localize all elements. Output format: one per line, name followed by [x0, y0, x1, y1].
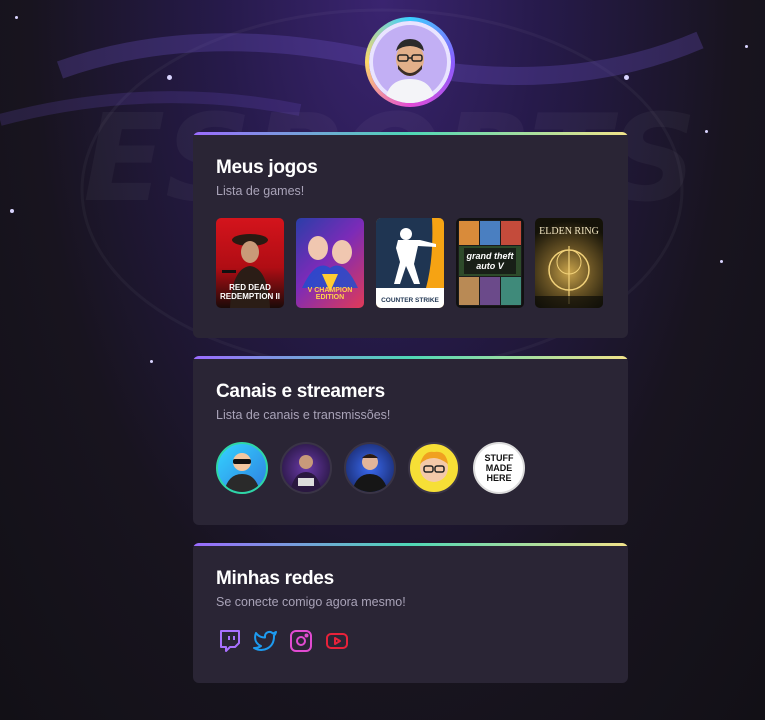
star	[167, 75, 172, 80]
star	[745, 45, 748, 48]
star	[15, 16, 18, 19]
profile-avatar[interactable]	[365, 17, 455, 107]
channel-3-avatar-icon	[352, 454, 388, 492]
networks-card-title: Minhas redes	[216, 568, 334, 589]
channel-5[interactable]: STUFF MADE HERE	[473, 442, 525, 494]
games-card-subtitle: Lista de games!	[216, 184, 305, 198]
game-elden-ring[interactable]: ELDEN RING	[535, 218, 603, 308]
instagram-icon[interactable]	[289, 629, 313, 653]
networks-card-subtitle: Se conecte comigo agora mesmo!	[216, 595, 406, 609]
game-counter-strike-label: COUNTER STRIKE	[381, 296, 439, 304]
star	[624, 75, 629, 80]
star	[705, 130, 708, 133]
game-rdr2-label: RED DEAD REDEMPTION II	[219, 283, 280, 302]
cs-cover-art	[376, 218, 444, 308]
twitter-icon[interactable]	[253, 629, 277, 653]
youtube-icon[interactable]	[325, 629, 349, 653]
avatar-icon	[369, 21, 451, 103]
game-rdr2[interactable]: RED DEAD REDEMPTION II	[216, 218, 284, 308]
star	[150, 360, 153, 363]
channel-4-avatar-icon	[420, 451, 448, 482]
channels-card-title: Canais e streamers	[216, 381, 385, 402]
star	[720, 260, 723, 263]
game-gta-v-label: grand theft auto V	[466, 251, 514, 271]
game-street-fighter-v[interactable]: V CHAMPION EDITION	[296, 218, 364, 308]
games-card-title: Meus jogos	[216, 157, 318, 178]
channel-1-avatar-icon	[224, 453, 260, 492]
channel-2[interactable]	[280, 442, 332, 494]
game-street-fighter-v-label: V CHAMPION EDITION	[307, 286, 353, 302]
games-card: Meus jogos Lista de games! RED DEAD REDE…	[193, 132, 628, 338]
channel-1[interactable]	[216, 442, 268, 494]
game-gta-v[interactable]: grand theft auto V	[456, 218, 524, 308]
channel-5-label: STUFF MADE HERE	[484, 453, 514, 483]
game-counter-strike[interactable]: COUNTER STRIKE	[376, 218, 444, 308]
channels-card: Canais e streamers Lista de canais e tra…	[193, 356, 628, 525]
channel-4[interactable]	[408, 442, 460, 494]
networks-card: Minhas redes Se conecte comigo agora mes…	[193, 543, 628, 683]
channels-card-subtitle: Lista de canais e transmissões!	[216, 408, 391, 422]
channel-3[interactable]	[344, 442, 396, 494]
channel-2-avatar-icon	[290, 455, 322, 492]
game-elden-ring-label: ELDEN RING	[539, 226, 599, 237]
twitch-icon[interactable]	[218, 629, 242, 653]
star	[10, 209, 14, 213]
